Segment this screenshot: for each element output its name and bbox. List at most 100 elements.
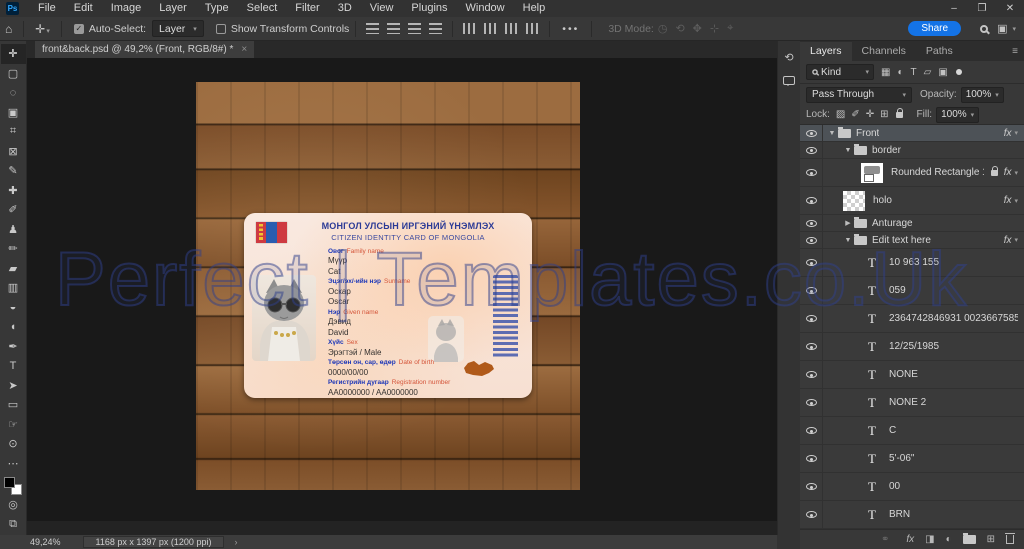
crop-tool[interactable]: ⌗	[1, 122, 26, 142]
home-icon[interactable]: ⌂	[0, 22, 17, 36]
auto-select-checkbox[interactable]: ✓	[73, 23, 84, 34]
filter-smart-objects-icon[interactable]: ▣	[938, 67, 947, 78]
layer-visibility-toggle[interactable]	[800, 473, 823, 500]
layer-row[interactable]: ▼ Front fx ▾	[800, 125, 1024, 142]
pen-tool[interactable]: ✒	[1, 337, 26, 357]
filter-shape-layers-icon[interactable]: ▱	[924, 67, 932, 78]
layer-visibility-toggle[interactable]	[800, 277, 823, 304]
layer-visibility-toggle[interactable]	[800, 142, 823, 158]
layer-visibility-toggle[interactable]	[800, 389, 823, 416]
align-top-icon[interactable]	[463, 23, 477, 34]
layer-mask-icon[interactable]: ◨	[925, 534, 934, 545]
tab-channels[interactable]: Channels	[852, 42, 916, 61]
menu-layer[interactable]: Layer	[150, 0, 196, 17]
new-layer-icon[interactable]: ⊞	[987, 534, 995, 545]
layer-row[interactable]: T 5'-06"	[800, 445, 1024, 473]
layer-visibility-toggle[interactable]	[800, 305, 823, 332]
layer-row[interactable]: T 2364742846931 002366758569	[800, 305, 1024, 333]
eraser-tool[interactable]: ▰	[1, 259, 26, 279]
align-left-icon[interactable]	[366, 23, 380, 34]
panel-menu-icon[interactable]: ≡	[1006, 46, 1024, 61]
group-chevron-icon[interactable]: ▶	[843, 219, 853, 227]
marquee-tool[interactable]: ▢	[1, 64, 26, 84]
history-brush-tool[interactable]: ✏	[1, 239, 26, 259]
group-chevron-icon[interactable]: ▼	[843, 237, 853, 244]
chevron-right-icon[interactable]: ›	[234, 537, 237, 547]
layer-row[interactable]: Rounded Rectangle 1 copyfx▾	[800, 159, 1024, 187]
search-icon[interactable]	[980, 24, 989, 33]
auto-select-target-dropdown[interactable]: Layer ▾	[152, 20, 204, 37]
fill-input[interactable]: 100% ▾	[936, 106, 980, 123]
close-icon[interactable]: ✕	[996, 0, 1024, 17]
object-selection-tool[interactable]: ▣	[1, 103, 26, 123]
quick-mask-icon[interactable]: ◎	[1, 495, 26, 515]
fx-badge[interactable]: fx	[1004, 235, 1012, 246]
layer-row[interactable]: T 12/25/1985	[800, 333, 1024, 361]
layer-thumbnail[interactable]	[861, 162, 883, 183]
layer-row[interactable]: T 00	[800, 473, 1024, 501]
blur-tool[interactable]: ◒	[1, 298, 26, 318]
layer-visibility-toggle[interactable]	[800, 125, 823, 141]
lock-pixels-icon[interactable]: ✐	[851, 109, 859, 120]
layer-visibility-toggle[interactable]	[800, 445, 823, 472]
menu-filter[interactable]: Filter	[286, 0, 328, 17]
distribute-v-icon[interactable]	[526, 23, 540, 34]
eyedropper-tool[interactable]: ✎	[1, 161, 26, 181]
layer-visibility-toggle[interactable]	[800, 215, 823, 231]
menu-select[interactable]: Select	[238, 0, 287, 17]
link-layers-icon[interactable]: ⚭	[881, 534, 889, 545]
lock-all-icon[interactable]	[895, 107, 903, 118]
layer-row[interactable]: ▶ Anturage	[800, 215, 1024, 232]
history-panel-icon[interactable]: ⟲	[784, 51, 793, 64]
tab-layers[interactable]: Layers	[800, 42, 852, 61]
comments-panel-icon[interactable]	[783, 76, 795, 86]
lock-artboard-icon[interactable]: ⊞	[880, 109, 888, 120]
menu-type[interactable]: Type	[196, 0, 238, 17]
align-bottom-icon[interactable]	[505, 23, 519, 34]
shape-tool[interactable]: ▭	[1, 395, 26, 415]
clone-stamp-tool[interactable]: ♟	[1, 220, 26, 240]
layer-row[interactable]: TC	[800, 417, 1024, 445]
healing-brush-tool[interactable]: ✚	[1, 181, 26, 201]
restore-icon[interactable]: ❐	[968, 0, 996, 17]
align-right-icon[interactable]	[408, 23, 422, 34]
adjustment-layer-icon[interactable]: ◐	[946, 534, 952, 545]
align-center-h-icon[interactable]	[387, 23, 401, 34]
more-options-icon[interactable]: •••	[556, 23, 585, 35]
hand-tool[interactable]: ☞	[1, 415, 26, 435]
menu-plugins[interactable]: Plugins	[402, 0, 456, 17]
layer-visibility-toggle[interactable]	[800, 232, 823, 248]
menu-image[interactable]: Image	[102, 0, 151, 17]
menu-file[interactable]: File	[29, 0, 65, 17]
layer-row[interactable]: holo fx ▾	[800, 187, 1024, 215]
layer-row[interactable]: T NONE	[800, 361, 1024, 389]
share-button[interactable]: Share	[908, 21, 962, 36]
new-group-icon[interactable]	[962, 533, 976, 544]
move-tool-icon[interactable]: ✛▾	[30, 22, 55, 36]
layer-visibility-toggle[interactable]	[800, 417, 823, 444]
filter-type-layers-icon[interactable]: T	[911, 67, 917, 78]
group-chevron-icon[interactable]: ▼	[827, 130, 837, 137]
layer-visibility-toggle[interactable]	[800, 361, 823, 388]
layer-visibility-toggle[interactable]	[800, 159, 823, 186]
layer-row[interactable]: ▼ Edit text here fx ▾	[800, 232, 1024, 249]
opacity-input[interactable]: 100% ▾	[960, 86, 1004, 103]
chevron-down-icon[interactable]: ▾	[1014, 197, 1018, 205]
brush-tool[interactable]: ✐	[1, 200, 26, 220]
chevron-down-icon[interactable]: ▾	[1012, 25, 1016, 33]
layer-row[interactable]: ▼ border	[800, 142, 1024, 159]
filter-adjustment-layers-icon[interactable]: ◐	[897, 67, 903, 78]
type-tool[interactable]: T	[1, 356, 26, 376]
foreground-color-swatch[interactable]	[4, 477, 15, 488]
screen-mode-icon[interactable]: ⧉	[1, 515, 26, 535]
color-swatches[interactable]	[4, 477, 22, 495]
dodge-tool[interactable]: ◖	[1, 317, 26, 337]
chevron-down-icon[interactable]: ▾	[1014, 129, 1018, 137]
menu-help[interactable]: Help	[514, 0, 555, 17]
distribute-h-icon[interactable]	[429, 23, 443, 34]
minimize-icon[interactable]: –	[940, 0, 968, 17]
close-tab-icon[interactable]: ×	[241, 44, 247, 55]
menu-window[interactable]: Window	[457, 0, 514, 17]
lock-transparency-icon[interactable]: ▨	[836, 109, 845, 120]
zoom-level[interactable]: 49,24%	[30, 537, 61, 547]
